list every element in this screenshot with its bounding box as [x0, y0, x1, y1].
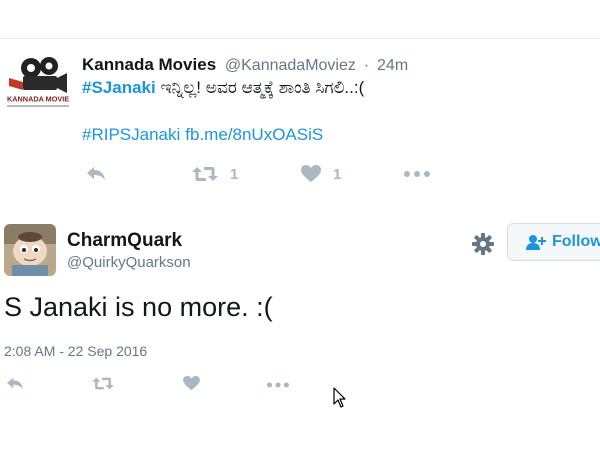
svg-text:KANNADA MOVIE: KANNADA MOVIE — [7, 95, 69, 104]
tweet1-text-body: ಇನ್ನಿಲ್ಲ! ಅವರ ಆತ್ಮಕ್ಕೆ ಶಾಂತಿ ಸಿಗಲಿ..:( — [155, 78, 365, 97]
tweet2-retweet-button[interactable] — [92, 376, 114, 391]
tweet1-reply-button[interactable] — [86, 165, 106, 181]
kannada-movies-logo[interactable]: KANNADA MOVIE — [5, 54, 71, 110]
hashtag-link[interactable]: #SJanaki — [82, 78, 156, 97]
more-icon — [267, 382, 289, 388]
retweet-count: 1 — [230, 165, 239, 183]
tweet1-author-name[interactable]: Kannada Movies — [82, 55, 216, 74]
tweet2-reply-button[interactable] — [6, 376, 24, 390]
tweet1-more-button[interactable] — [404, 171, 430, 177]
follow-user-icon — [526, 235, 546, 250]
tweet1-retweet-button[interactable]: 1 — [192, 165, 238, 183]
follow-button[interactable]: Follow — [507, 223, 600, 261]
tweet1-links: #RIPSJanaki fb.me/8nUxOASiS — [82, 125, 323, 145]
tweet2-timestamp[interactable]: 2:08 AM - 22 Sep 2016 — [4, 343, 147, 359]
tweet1-time[interactable]: 24m — [377, 57, 408, 74]
follow-button-label: Follow — [552, 233, 600, 250]
tweet2-author-name[interactable]: CharmQuark — [67, 230, 182, 252]
tweet1-handle[interactable]: @KannadaMoviez — [225, 57, 356, 74]
retweet-icon — [92, 377, 114, 390]
top-divider — [0, 38, 600, 39]
avatar[interactable] — [4, 224, 56, 276]
reply-icon — [7, 377, 23, 390]
retweet-icon — [192, 167, 218, 181]
tweet1-separator: · — [363, 55, 370, 74]
fb-url-link[interactable]: fb.me/8nUxOASiS — [185, 125, 323, 144]
mouse-cursor-icon — [333, 387, 347, 409]
ripsjanaki-hashtag-link[interactable]: #RIPSJanaki — [82, 125, 180, 144]
heart-icon — [301, 165, 321, 182]
tweet1-like-button[interactable]: 1 — [301, 165, 341, 183]
gear-icon[interactable] — [472, 233, 494, 255]
reply-icon — [87, 167, 105, 180]
tweet2-handle[interactable]: @QuirkyQuarkson — [67, 254, 191, 271]
tweet2-text: S Janaki is no more. :( — [4, 292, 273, 322]
tweet1-text: #SJanaki ಇನ್ನಿಲ್ಲ! ಅವರ ಆತ್ಮಕ್ಕೆ ಶಾಂತಿ ಸಿ… — [82, 78, 364, 98]
heart-icon — [183, 376, 200, 391]
more-icon — [404, 171, 430, 177]
tweet2-more-button[interactable] — [267, 382, 289, 388]
like-count: 1 — [333, 165, 342, 183]
tweet2-like-button[interactable] — [183, 376, 200, 391]
